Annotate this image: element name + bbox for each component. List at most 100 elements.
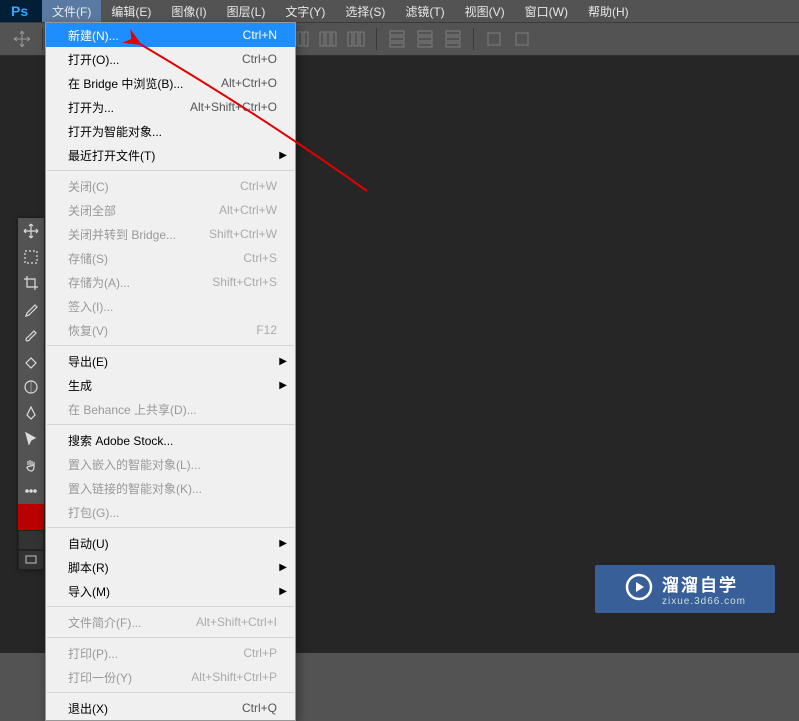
menu-item-label: 打印(P)...	[68, 645, 118, 662]
eyedropper-tool[interactable]	[18, 296, 44, 322]
menu-item[interactable]: 搜索 Adobe Stock...	[46, 428, 295, 452]
menu-item[interactable]: 在 Bridge 中浏览(B)... Alt+Ctrl+O	[46, 71, 295, 95]
menu-item-label: 脚本(R)	[68, 559, 109, 576]
toolbar-separator	[473, 28, 474, 50]
marquee-tool[interactable]	[18, 244, 44, 270]
menu-item-shortcut: Alt+Shift+Ctrl+P	[191, 670, 277, 684]
menu-item-label: 打包(G)...	[68, 504, 119, 521]
toolbar-separator	[42, 28, 43, 50]
color-chip[interactable]	[18, 504, 44, 530]
menu-item: 置入嵌入的智能对象(L)...	[46, 452, 295, 476]
menu-item-shortcut: Ctrl+P	[243, 646, 277, 660]
menu-item[interactable]: 退出(X)Ctrl+Q	[46, 696, 295, 720]
menu-layer[interactable]: 图层(L)	[217, 0, 276, 22]
menu-item[interactable]: 导出(E) ▶	[46, 349, 295, 373]
menu-item: 恢复(V)F12	[46, 318, 295, 342]
menu-item[interactable]: 打开为智能对象...	[46, 119, 295, 143]
menu-item-label: 签入(I)...	[68, 298, 113, 315]
menu-edit[interactable]: 编辑(E)	[101, 0, 161, 22]
menu-item-label: 关闭(C)	[68, 178, 109, 195]
menu-item-shortcut: Alt+Ctrl+O	[221, 76, 277, 90]
menu-window[interactable]: 窗口(W)	[515, 0, 578, 22]
submenu-arrow-icon: ▶	[279, 150, 287, 161]
file-menu-dropdown: 新建(N)...Ctrl+N打开(O)...Ctrl+O在 Bridge 中浏览…	[45, 22, 296, 721]
menu-item: 打印一份(Y)Alt+Shift+Ctrl+P	[46, 665, 295, 689]
menu-item-label: 导入(M)	[68, 583, 110, 600]
menu-image[interactable]: 图像(I)	[161, 0, 216, 22]
menu-item-shortcut: F12	[256, 323, 277, 337]
eraser-tool[interactable]	[18, 348, 44, 374]
menu-item-label: 打开为智能对象...	[68, 123, 162, 140]
menu-item[interactable]: 自动(U)▶	[46, 531, 295, 555]
brush-tool[interactable]	[18, 322, 44, 348]
crop-tool[interactable]	[18, 270, 44, 296]
menu-file[interactable]: 文件(F)	[42, 0, 101, 22]
menu-separator	[47, 170, 294, 171]
menu-separator	[47, 692, 294, 693]
menu-item-label: 搜索 Adobe Stock...	[68, 432, 173, 449]
distribute-icon[interactable]	[315, 26, 341, 52]
submenu-arrow-icon: ▶	[279, 562, 287, 573]
submenu-arrow-icon: ▶	[279, 356, 287, 367]
pen-tool[interactable]	[18, 400, 44, 426]
menu-item[interactable]: 导入(M)▶	[46, 579, 295, 603]
menu-item: 打印(P)... Ctrl+P	[46, 641, 295, 665]
menu-item[interactable]: 脚本(R) ▶	[46, 555, 295, 579]
menu-item-label: 关闭全部	[68, 202, 116, 219]
menu-help[interactable]: 帮助(H)	[578, 0, 639, 22]
menu-item: 存储为(A)...Shift+Ctrl+S	[46, 270, 295, 294]
menu-item[interactable]: 打开(O)...Ctrl+O	[46, 47, 295, 71]
menu-item: 置入链接的智能对象(K)...	[46, 476, 295, 500]
gradient-tool[interactable]	[18, 374, 44, 400]
watermark-title: 溜溜自学	[662, 571, 746, 596]
menu-item-shortcut: Shift+Ctrl+W	[209, 227, 277, 241]
menu-view[interactable]: 视图(V)	[455, 0, 515, 22]
menu-item-shortcut: Alt+Shift+Ctrl+O	[190, 100, 277, 114]
menu-item-label: 导出(E)	[68, 353, 108, 370]
hand-tool[interactable]	[18, 452, 44, 478]
quickmask-toggle[interactable]	[18, 530, 44, 550]
menu-separator	[47, 345, 294, 346]
menu-item-label: 新建(N)...	[68, 27, 119, 44]
menu-separator	[47, 606, 294, 607]
menu-item-shortcut: Ctrl+W	[240, 179, 277, 193]
menu-item-shortcut: Ctrl+Q	[242, 701, 277, 715]
distribute-icon[interactable]	[384, 26, 410, 52]
svg-text:Ps: Ps	[11, 3, 28, 19]
menu-item-shortcut: Shift+Ctrl+S	[212, 275, 277, 289]
menu-item-shortcut: Ctrl+O	[242, 52, 277, 66]
distribute-icon[interactable]	[412, 26, 438, 52]
menu-filter[interactable]: 滤镜(T)	[395, 0, 454, 22]
watermark-url: zixue.3d66.com	[662, 596, 746, 607]
menu-item[interactable]: 最近打开文件(T)▶	[46, 143, 295, 167]
menu-item-label: 在 Behance 上共享(D)...	[68, 401, 197, 418]
menu-item-shortcut: Ctrl+N	[243, 28, 277, 42]
distribute-icon[interactable]	[440, 26, 466, 52]
menu-select[interactable]: 选择(S)	[335, 0, 395, 22]
submenu-arrow-icon: ▶	[279, 538, 287, 549]
submenu-arrow-icon: ▶	[279, 380, 287, 391]
menu-item[interactable]: 生成 ▶	[46, 373, 295, 397]
menu-item[interactable]: 新建(N)... Ctrl+N	[46, 23, 295, 47]
menu-type[interactable]: 文字(Y)	[275, 0, 335, 22]
menu-item-label: 置入链接的智能对象(K)...	[68, 480, 202, 497]
app-logo: Ps	[0, 0, 42, 22]
move-tool[interactable]	[18, 218, 44, 244]
toolbar-separator	[376, 28, 377, 50]
menu-separator	[47, 424, 294, 425]
menu-item-label: 生成	[68, 377, 92, 394]
menu-item-label: 置入嵌入的智能对象(L)...	[68, 456, 201, 473]
distribute-icon[interactable]	[343, 26, 369, 52]
menu-item-shortcut: Ctrl+S	[243, 251, 277, 265]
distribute-icon[interactable]	[509, 26, 535, 52]
more-tools[interactable]	[18, 478, 44, 504]
arrow-tool[interactable]	[18, 426, 44, 452]
move-tool-icon[interactable]	[9, 26, 35, 52]
distribute-icon[interactable]	[481, 26, 507, 52]
menu-item-label: 在 Bridge 中浏览(B)...	[68, 75, 183, 92]
menu-item-label: 关闭并转到 Bridge...	[68, 226, 176, 243]
menu-item: 文件简介(F)...Alt+Shift+Ctrl+I	[46, 610, 295, 634]
screenmode-toggle[interactable]	[18, 550, 44, 570]
menu-item[interactable]: 打开为...Alt+Shift+Ctrl+O	[46, 95, 295, 119]
menu-item-label: 文件简介(F)...	[68, 614, 141, 631]
